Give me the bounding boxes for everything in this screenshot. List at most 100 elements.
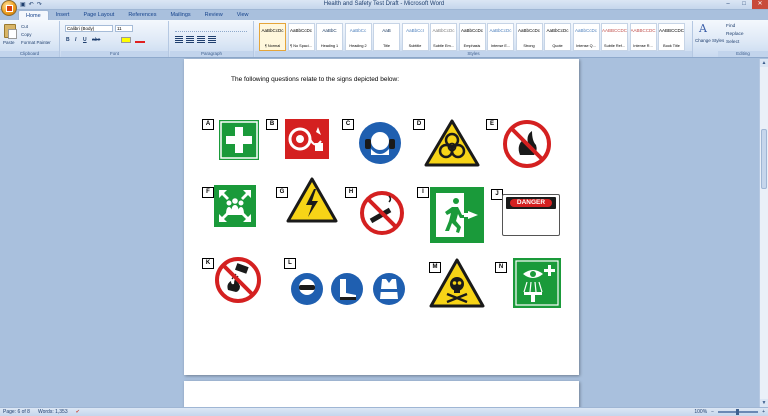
style-name: ¶ No Spaci... [290,44,312,48]
sign-letter-c: C [342,119,354,130]
style-item[interactable]: AaBbCcDc Strong [515,23,543,51]
style-sample: AaBbCcI [406,28,424,33]
style-item[interactable]: AaBbCc Heading 2 [344,23,372,51]
font-family-select[interactable]: Calibri (Body) [65,25,113,32]
ribbon-tabs: Home Insert Page Layout References Maili… [18,10,256,20]
tab-review[interactable]: Review [198,10,230,20]
italic-button[interactable]: I [75,37,76,43]
page-count[interactable]: Page: 6 of 8 [3,409,30,415]
style-name: Subtle Em... [433,44,454,48]
sign-letter-l: L [284,258,296,269]
cut-button[interactable]: Cut [21,24,28,29]
paragraph-label: Paragraph [170,51,253,57]
strikethrough-button[interactable]: abe [92,37,100,43]
style-item[interactable]: AaBbCcDc ¶ Normal [259,23,286,51]
align-right-button[interactable] [197,36,205,43]
find-button[interactable]: Find [726,24,735,29]
proofing-icon[interactable]: ✔ [76,409,80,415]
minimize-button[interactable]: – [720,0,736,9]
scroll-up-icon[interactable]: ▲ [760,59,768,67]
font-label: Font [61,51,168,57]
sign-letter-b: B [266,119,278,130]
style-item[interactable]: AaB Title [373,23,400,51]
paste-button[interactable]: Paste [3,40,15,45]
replace-button[interactable]: Replace [726,32,744,37]
style-sample: AaBbCcDc [546,28,569,33]
style-item[interactable]: AaBbCcDc Intense Q... [572,23,600,51]
emergency-exit-sign-icon [430,187,484,243]
title-bar: ▣ ↶ ↷ Health and Safety Test Draft - Mic… [0,0,768,10]
clipboard-label: Clipboard [0,51,59,57]
style-name: Heading 2 [349,44,367,48]
window-controls: – □ ✕ [720,0,768,9]
assembly-point-sign-icon [214,185,256,227]
paste-icon[interactable] [4,24,17,39]
zoom-slider[interactable] [718,409,759,415]
intro-text: The following questions relate to the si… [231,76,400,83]
sign-letter-e: E [486,119,498,130]
close-button[interactable]: ✕ [752,0,768,9]
font-group: Calibri (Body) 11 B I U abe Font [61,21,169,57]
bold-button[interactable]: B [66,37,70,43]
zoom-out-icon[interactable]: − [711,409,714,415]
danger-sign-icon: DANGER [502,194,560,236]
style-sample: AABBCCDC [659,28,684,33]
maximize-button[interactable]: □ [736,0,752,9]
justify-button[interactable] [208,36,216,43]
document-page[interactable]: The following questions relate to the si… [184,59,579,375]
style-item[interactable]: AaBbCcDc Emphasis [458,23,486,51]
tab-references[interactable]: References [121,10,163,20]
style-item[interactable]: AABBCCDC Intense R... [629,23,657,51]
style-name: ¶ Normal [264,44,281,48]
style-item[interactable]: AaBbC Heading 1 [316,23,343,51]
style-item[interactable]: AABBCCDC Subtle Ref... [601,23,628,51]
tab-view[interactable]: View [230,10,256,20]
window-title: Health and Safety Test Draft - Microsoft… [323,1,445,7]
styles-label: Styles [255,51,692,57]
sign-letter-a: A [202,119,214,130]
sign-letter-f: F [202,187,214,198]
tab-insert[interactable]: Insert [49,10,77,20]
style-name: Heading 1 [320,44,339,48]
style-name: Quote [552,44,563,48]
tab-page-layout[interactable]: Page Layout [76,10,121,20]
tab-mailings[interactable]: Mailings [163,10,197,20]
font-color-button[interactable] [135,37,145,43]
underline-button[interactable]: U [83,37,87,43]
scroll-down-icon[interactable]: ▼ [760,399,768,407]
zoom-slider-knob[interactable] [736,409,740,415]
style-item[interactable]: AaBbCcI Subtitle [401,23,429,51]
change-styles-button[interactable]: A Change Styles [695,22,724,52]
tab-home[interactable]: Home [18,10,49,20]
electrical-hazard-sign-icon [286,177,338,223]
style-name: Emphasis [463,44,481,48]
style-item[interactable]: AaBbCcDc Subtle Em... [430,23,457,51]
format-painter-button[interactable]: Format Painter [21,40,51,45]
scroll-thumb[interactable] [761,129,767,189]
copy-button[interactable]: Copy [21,32,32,37]
change-styles-icon: A [699,22,707,35]
word-count[interactable]: Words: 1,353 [38,409,68,415]
eyewash-station-sign-icon [513,258,561,308]
highlight-color-button[interactable] [121,37,131,43]
align-center-button[interactable] [186,36,194,43]
sign-letter-n: N [495,262,507,273]
style-sample: AABBCCDC [602,28,627,33]
align-left-button[interactable] [175,36,183,43]
vertical-scrollbar[interactable]: ▲ ▼ [759,59,768,407]
style-name: Intense R... [633,44,653,48]
style-item[interactable]: AABBCCDC Book Title [658,23,685,51]
office-button[interactable] [1,0,17,16]
font-size-select[interactable]: 11 [115,25,133,32]
danger-label: DANGER [510,199,552,207]
first-aid-sign-icon [219,120,259,160]
list-buttons[interactable] [175,25,247,32]
style-item[interactable]: AaBbCcDc Intense E... [487,23,514,51]
zoom-level[interactable]: 100% [694,409,707,415]
style-item[interactable]: AaBbCcDc Quote [544,23,571,51]
zoom-in-icon[interactable]: + [762,409,765,415]
style-sample: AABBCCDC [630,28,656,33]
style-item[interactable]: AaBbCcDc ¶ No Spaci... [287,23,315,51]
style-name: Strong [523,44,535,48]
select-button[interactable]: Select [726,40,739,45]
